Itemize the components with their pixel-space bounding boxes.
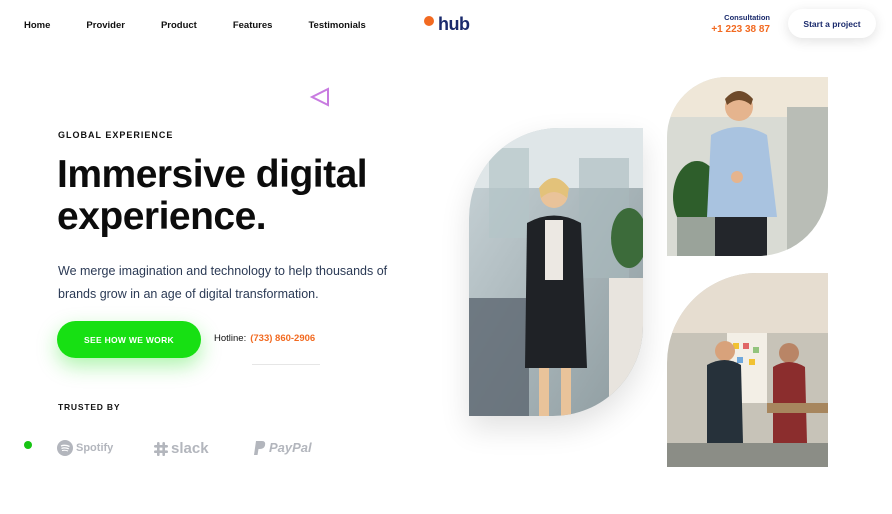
brand-spotify-text: Spotify xyxy=(76,442,114,454)
hero-headline-line1: Immersive digital xyxy=(57,153,368,196)
spotify-icon xyxy=(57,440,73,456)
nav-link-testimonials[interactable]: Testimonials xyxy=(308,20,365,31)
consultation-info: Consultation +1 223 38 87 xyxy=(711,13,770,35)
triangle-outline-icon xyxy=(309,87,329,107)
see-how-we-work-button[interactable]: SEE HOW WE WORK xyxy=(57,321,201,358)
photo-illustration xyxy=(667,77,828,256)
hero-eyebrow: GLOBAL EXPERIENCE xyxy=(58,130,174,140)
trusted-by-label: TRUSTED BY xyxy=(58,402,121,412)
brand-paypal: PayPal xyxy=(254,440,312,455)
hero-photo-man-standing xyxy=(667,77,828,256)
brand-slack: slack xyxy=(154,440,209,457)
start-project-button[interactable]: Start a project xyxy=(788,9,876,38)
photo-illustration xyxy=(469,128,643,416)
brand-paypal-text: PayPal xyxy=(269,440,312,455)
logo-text: hub xyxy=(438,14,470,34)
brand-slack-text: slack xyxy=(171,440,209,457)
hero-subtext: We merge imagination and technology to h… xyxy=(58,264,388,301)
consultation-label: Consultation xyxy=(724,13,770,22)
divider xyxy=(252,364,320,365)
logo-dot-icon xyxy=(424,15,434,26)
slack-icon xyxy=(154,441,168,456)
hero-photo-woman-presenting xyxy=(469,128,643,416)
logo[interactable]: hub xyxy=(424,14,470,35)
nav-links: Home Provider Product Features Testimoni… xyxy=(24,20,402,31)
hotline: Hotline: (733) 860-2906 xyxy=(214,333,315,344)
hero-photo-team-meeting xyxy=(667,273,828,467)
nav-link-features[interactable]: Features xyxy=(233,20,273,31)
consultation-phone[interactable]: +1 223 38 87 xyxy=(711,24,770,35)
paypal-icon xyxy=(254,440,266,455)
decorative-dot xyxy=(24,441,32,449)
hero-headline-line2: experience. xyxy=(57,195,267,238)
hotline-label: Hotline: xyxy=(214,333,247,344)
nav-link-product[interactable]: Product xyxy=(161,20,197,31)
photo-illustration xyxy=(667,273,828,467)
brand-spotify: Spotify xyxy=(57,440,113,456)
hotline-number[interactable]: (733) 860-2906 xyxy=(250,333,315,344)
nav-link-home[interactable]: Home xyxy=(24,20,50,31)
nav-link-provider[interactable]: Provider xyxy=(86,20,125,31)
hero-headline: Immersive digital experience. xyxy=(57,154,437,238)
top-navigation: Home Provider Product Features Testimoni… xyxy=(0,0,892,52)
